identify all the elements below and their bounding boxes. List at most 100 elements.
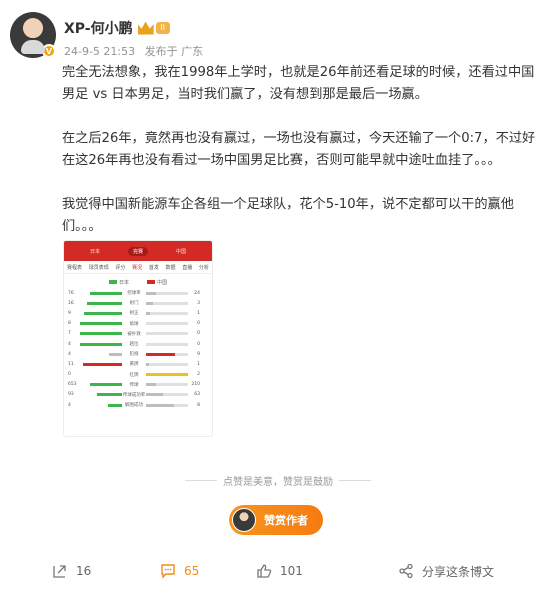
stat-row: 4 越位 0 xyxy=(64,339,212,349)
stat-away-value: 0 xyxy=(197,341,200,347)
match-tab: 赛程表 xyxy=(67,264,83,271)
stat-home-fill xyxy=(90,291,122,295)
match-status-label: 完赛 xyxy=(127,246,148,256)
reward-button-label: 赞赏作者 xyxy=(264,514,308,527)
legend-away: 中国 xyxy=(147,279,167,286)
stat-home-fill xyxy=(84,311,122,315)
stat-home-bar xyxy=(80,352,122,356)
stat-row: 4 犯规 9 xyxy=(64,349,212,359)
stat-away-fill xyxy=(146,403,175,407)
stat-away-value: 0 xyxy=(197,331,200,337)
share-button[interactable]: 分享这条博文 xyxy=(398,563,494,580)
stat-home-bar xyxy=(80,362,122,366)
stat-home-bar xyxy=(80,301,122,305)
post-time[interactable]: 24-9-5 21:53 xyxy=(64,45,135,58)
stat-away-bar xyxy=(146,403,188,407)
stat-row: 76 控球率 24 xyxy=(64,288,212,298)
stat-name: 射门 xyxy=(129,301,139,307)
legend-home: 日本 xyxy=(108,279,129,286)
stat-home-bar xyxy=(80,322,122,326)
stat-name: 传球成功率 xyxy=(122,392,146,398)
team-home-label: 日本 xyxy=(89,248,100,255)
stat-row: 0 红牌 2 xyxy=(64,370,212,380)
post-actions-bar: 16 65 101 分享这条博文 xyxy=(0,558,550,584)
stat-home-value: 4 xyxy=(68,402,71,408)
stat-home-value: 4 xyxy=(68,351,71,357)
stat-away-fill xyxy=(146,311,151,315)
stat-row: 7 被扑救 0 xyxy=(64,329,212,339)
stat-name: 红牌 xyxy=(129,372,139,378)
reward-hint-text: 点赞是美意，赞赏是鼓励 xyxy=(223,477,333,488)
comment-icon xyxy=(161,564,175,579)
stat-home-value: 4 xyxy=(68,341,71,347)
author-name[interactable]: XP-何小鹏 xyxy=(64,18,133,38)
like-button[interactable]: 101 xyxy=(256,563,303,579)
legend-home-label: 日本 xyxy=(118,279,129,286)
stat-row: 8 角球 0 xyxy=(64,319,212,329)
stat-away-value: 210 xyxy=(191,382,200,388)
stat-away-value: 3 xyxy=(197,300,200,306)
stat-home-fill xyxy=(108,352,122,356)
match-tab: 评分 xyxy=(115,264,126,271)
stat-home-fill xyxy=(80,342,122,346)
stats-legend: 日本 中国 xyxy=(64,276,212,288)
stat-home-fill xyxy=(80,332,122,336)
post-paragraph: 我觉得中国新能源车企各组一个足球队，花个5-10年，说不定都可以干的赢他们。。。 xyxy=(62,197,514,234)
thumbs-up-icon xyxy=(257,564,272,578)
stat-name: 控球率 xyxy=(127,291,141,297)
stat-away-bar xyxy=(146,352,188,356)
stat-home-bar xyxy=(80,403,122,407)
post-paragraph: 在之后26年，竟然再也没有赢过，一场也没有赢过，今天还输了一个0:7，不过好在这… xyxy=(62,131,536,168)
stat-name: 被扑救 xyxy=(127,331,141,337)
stat-away-bar xyxy=(146,373,188,377)
match-score-header: 日本 完赛 中国 xyxy=(64,241,212,261)
stat-away-fill xyxy=(146,301,153,305)
stat-home-value: 7 xyxy=(68,331,71,337)
stat-name: 越位 xyxy=(129,342,139,348)
reward-author-button[interactable]: 赞赏作者 xyxy=(229,505,323,535)
author-info: XP-何小鹏 II 24-9-5 21:53 发布于 广东 xyxy=(64,18,209,59)
stat-row: 653 传球 210 xyxy=(64,380,212,390)
verified-badge-icon: V xyxy=(42,44,56,58)
stat-away-bar xyxy=(146,342,188,346)
stat-row: 93 传球成功率 63 xyxy=(64,390,212,400)
stat-home-value: 9 xyxy=(68,310,71,316)
stat-home-value: 16 xyxy=(68,300,74,306)
post-location: 发布于 广东 xyxy=(144,45,204,58)
stat-away-value: 63 xyxy=(194,392,200,398)
stat-home-fill xyxy=(80,322,122,326)
stat-name: 解围成功 xyxy=(125,403,143,409)
divider-line xyxy=(339,480,371,481)
crown-icon xyxy=(137,21,154,35)
stat-name: 传球 xyxy=(129,382,139,388)
divider-line xyxy=(185,480,217,481)
stat-away-bar xyxy=(146,322,188,326)
stat-away-bar xyxy=(146,311,188,315)
author-avatar[interactable]: V xyxy=(10,12,56,58)
stat-away-bar xyxy=(146,332,188,336)
stat-away-fill xyxy=(146,383,157,387)
legend-away-label: 中国 xyxy=(157,279,168,286)
stat-away-bar xyxy=(146,362,188,366)
match-tab: 球员表现 xyxy=(88,264,109,271)
comment-button[interactable]: 65 xyxy=(160,563,199,579)
stat-away-fill xyxy=(146,393,163,397)
repost-button[interactable]: 16 xyxy=(52,563,91,579)
post-paragraph: 完全无法想象，我在1998年上学时，也就是26年前还看足球的时候，还看过中国男足… xyxy=(62,65,535,102)
stat-home-fill xyxy=(96,393,122,397)
match-tab: 首发 xyxy=(148,264,159,271)
match-tab: 赛况 xyxy=(132,264,143,271)
stat-away-value: 1 xyxy=(197,361,200,367)
stat-away-value: 0 xyxy=(197,321,200,327)
stat-home-fill xyxy=(86,301,122,305)
repost-icon xyxy=(53,565,66,578)
share-icon xyxy=(399,563,413,579)
post-image[interactable]: 日本 完赛 中国 赛程表 球员表现 评分 赛况 首发 数据 直播 分析 日本 中国 76 控球率… xyxy=(63,240,213,437)
post-content: 完全无法想象，我在1998年上学时，也就是26年前还看足球的时候，还看过中国男足… xyxy=(62,62,540,260)
stat-away-fill xyxy=(146,362,150,366)
stat-home-value: 93 xyxy=(68,392,74,398)
match-tabs: 赛程表 球员表现 评分 赛况 首发 数据 直播 分析 xyxy=(64,261,212,274)
post-meta: 24-9-5 21:53 发布于 广东 xyxy=(64,43,209,59)
like-count: 101 xyxy=(280,564,303,578)
match-tab: 数据 xyxy=(165,264,176,271)
